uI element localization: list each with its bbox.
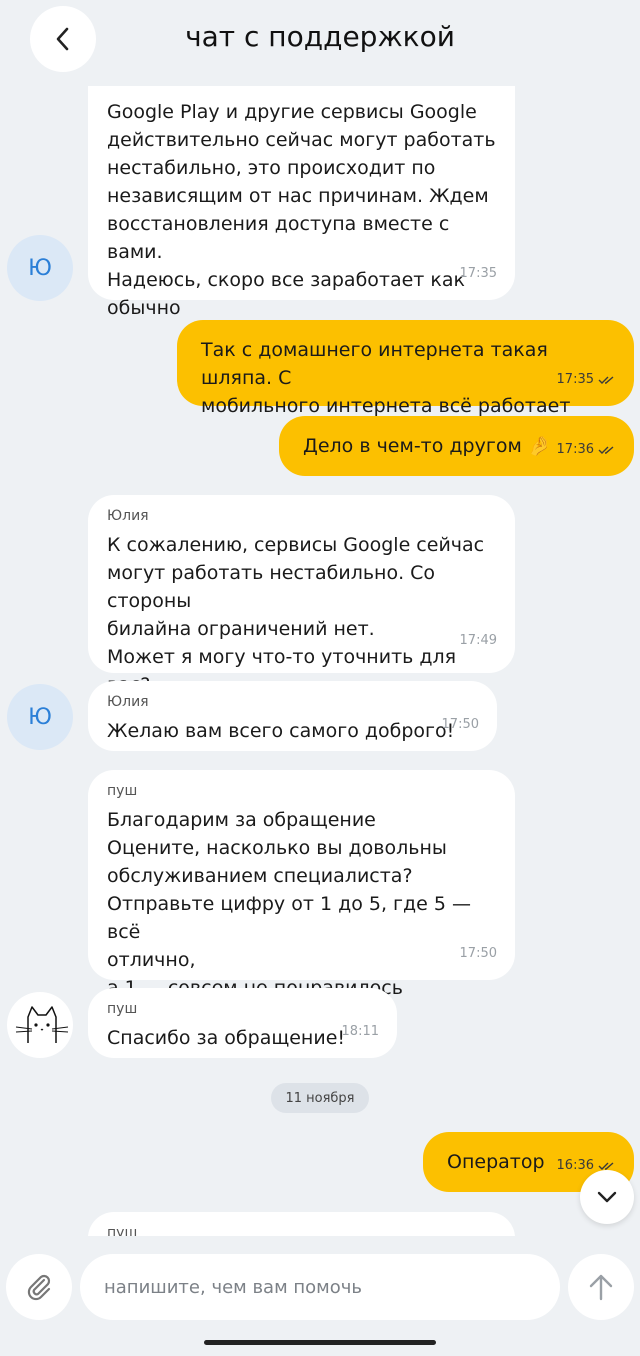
message-time: 18:11 [341, 1024, 379, 1039]
message-time: 17:50 [459, 946, 497, 961]
message-incoming[interactable]: Google Play и другие сервисы Google дейс… [88, 86, 515, 319]
message-text: К сожалению, сервисы Google сейчас могут… [107, 534, 485, 696]
composer-bar [0, 1236, 640, 1356]
message-outgoing[interactable]: Так с домашнего интернета такая шляпа. С… [177, 320, 634, 417]
message-input[interactable] [80, 1254, 560, 1320]
double-check-icon [598, 376, 614, 384]
paperclip-icon [27, 1274, 51, 1301]
message-outgoing[interactable]: Дело в чем-то другом 🤌 17:36 [279, 416, 634, 476]
message-time-wrap: 17:35 [557, 366, 616, 394]
message-sender: Юлия [107, 694, 149, 710]
message-sender: Юлия [107, 508, 149, 524]
agent-avatar: Ю [7, 235, 73, 301]
message-text: Благодарим за обращение Оцените, насколь… [107, 809, 472, 999]
message-text: Google Play и другие сервисы Google дейс… [107, 101, 496, 319]
message-incoming[interactable]: пуш Благодарим за обращение Оцените, нас… [88, 770, 515, 999]
scroll-down-button[interactable] [580, 1170, 634, 1224]
message-time: 17:35 [459, 266, 497, 281]
message-sender: пуш [107, 783, 138, 799]
bot-avatar [7, 992, 73, 1058]
date-separator: 11 ноября [271, 1083, 369, 1113]
message-incoming[interactable]: Юлия Желаю вам всего самого доброго! 17:… [88, 681, 497, 751]
message-text: Так с домашнего интернета такая шляпа. С… [201, 339, 571, 417]
message-time-wrap: 17:36 [557, 436, 616, 464]
agent-avatar: Ю [7, 684, 73, 750]
cat-icon [15, 1006, 69, 1043]
message-incoming[interactable]: пуш Спасибо за обращение! 18:11 [88, 988, 397, 1058]
double-check-icon [598, 446, 614, 454]
arrow-up-icon [589, 1274, 613, 1301]
chat-header: чат с поддержкой [0, 0, 640, 80]
message-incoming[interactable]: Юлия К сожалению, сервисы Google сейчас … [88, 495, 515, 696]
home-indicator [204, 1340, 436, 1345]
message-time: 17:49 [459, 633, 497, 648]
message-text: Спасибо за обращение! [107, 1027, 346, 1049]
message-text: Желаю вам всего самого доброго! [107, 720, 455, 742]
page-title: чат с поддержкой [185, 20, 455, 53]
message-time: 17:50 [441, 717, 479, 732]
attach-button[interactable] [6, 1254, 72, 1320]
chevron-down-icon [597, 1191, 617, 1203]
send-button[interactable] [568, 1254, 634, 1320]
message-sender: пуш [107, 1001, 138, 1017]
